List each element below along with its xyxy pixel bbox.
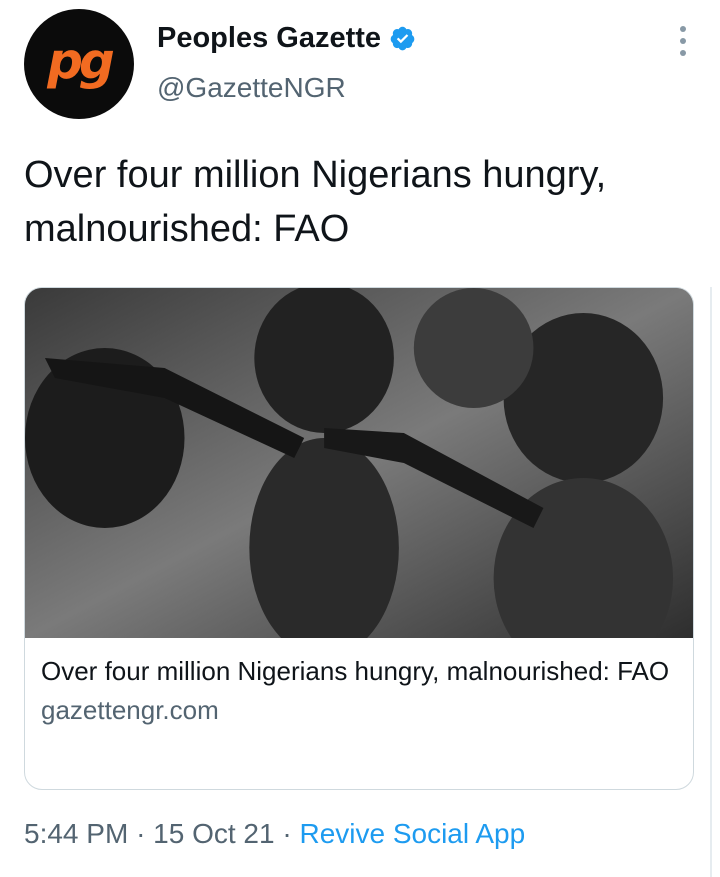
meta-separator: · xyxy=(282,818,292,849)
card-domain: gazettengr.com xyxy=(41,695,219,725)
avatar[interactable]: pg xyxy=(24,9,134,119)
tweet-meta: 5:44 PM · 15 Oct 21 · Revive Social App xyxy=(24,818,525,850)
tweet-text: Over four million Nigerians hungry, maln… xyxy=(24,154,607,250)
avatar-logo: pg xyxy=(47,32,115,90)
card-photo[interactable] xyxy=(25,288,693,638)
verified-badge-icon xyxy=(390,26,415,51)
author-name-row[interactable]: Peoples Gazette xyxy=(157,22,416,55)
user-handle[interactable]: @GazetteNGR xyxy=(157,72,346,104)
scroll-edge-divider xyxy=(710,287,720,877)
more-options-icon[interactable] xyxy=(678,26,688,56)
meta-separator: · xyxy=(136,818,146,849)
card-title: Over four million Nigerians hungry, maln… xyxy=(41,656,670,686)
tweet-date[interactable]: 15 Oct 21 xyxy=(153,818,274,849)
display-name[interactable]: Peoples Gazette xyxy=(157,22,381,55)
tweet-source-link[interactable]: Revive Social App xyxy=(299,818,525,849)
link-preview-card[interactable]: Over four million Nigerians hungry, maln… xyxy=(24,287,694,790)
tweet-time[interactable]: 5:44 PM xyxy=(24,818,128,849)
